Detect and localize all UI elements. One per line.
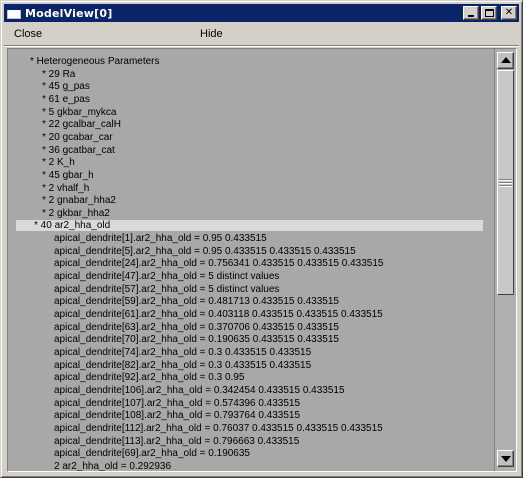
close-icon: ✕ <box>504 7 514 18</box>
scroll-up-button[interactable] <box>497 52 514 69</box>
tree-node[interactable]: * 5 gkbar_mykca <box>42 107 116 118</box>
tree-leaf[interactable]: apical_dendrite[1].ar2_hha_old = 0.95 0.… <box>54 233 267 244</box>
hide-menu-item[interactable]: Hide <box>200 28 223 40</box>
parameter-tree[interactable]: * Heterogeneous Parameters * 29 Ra * 45 g_… <box>8 49 495 471</box>
tree-node[interactable]: * Heterogeneous Parameters <box>30 56 160 67</box>
tree-leaf[interactable]: apical_dendrite[107].ar2_hha_old = 0.574… <box>54 398 300 409</box>
tree-leaf[interactable]: apical_dendrite[5].ar2_hha_old = 0.95 0.… <box>54 246 356 257</box>
scroll-down-button[interactable] <box>497 450 514 467</box>
tree-leaf[interactable]: apical_dendrite[74].ar2_hha_old = 0.3 0.… <box>54 347 311 358</box>
tree-leaf[interactable]: apical_dendrite[61].ar2_hha_old = 0.4031… <box>54 309 383 320</box>
arrow-up-icon <box>501 57 511 63</box>
close-menu-item[interactable]: Close <box>14 28 42 40</box>
tree-leaf[interactable]: apical_dendrite[69].ar2_hha_old = 0.1906… <box>54 448 250 459</box>
tree-node[interactable]: * 2 gnabar_hha2 <box>42 195 116 206</box>
tree-leaf[interactable]: apical_dendrite[106].ar2_hha_old = 0.342… <box>54 385 345 396</box>
tree-leaf[interactable]: apical_dendrite[112].ar2_hha_old = 0.760… <box>54 423 383 434</box>
tree-node[interactable]: * 45 g_pas <box>42 81 90 92</box>
close-window-button[interactable]: ✕ <box>501 6 517 20</box>
tree-leaf[interactable]: apical_dendrite[113].ar2_hha_old = 0.796… <box>54 436 299 447</box>
tree-leaf[interactable]: apical_dendrite[108].ar2_hha_old = 0.793… <box>54 410 300 421</box>
tree-leaf[interactable]: apical_dendrite[92].ar2_hha_old = 0.3 0.… <box>54 372 244 383</box>
title-bar[interactable]: ModelView[0] ✕ <box>4 4 519 22</box>
tree-leaf[interactable]: apical_dendrite[70].ar2_hha_old = 0.1906… <box>54 334 339 345</box>
tree-leaf[interactable]: apical_dendrite[63].ar2_hha_old = 0.3707… <box>54 322 339 333</box>
window-title: ModelView[0] <box>25 6 113 20</box>
window-icon <box>7 7 21 19</box>
tree-node[interactable]: * 45 gbar_h <box>42 170 94 181</box>
thumb-grip-line <box>499 182 512 184</box>
maximize-icon <box>485 9 494 17</box>
menu-bar: Close Hide <box>4 24 519 47</box>
modelview-window: ModelView[0] ✕ Close Hide * Heterogeneou… <box>0 0 523 478</box>
arrow-down-icon <box>501 456 511 462</box>
maximize-button[interactable] <box>481 6 497 20</box>
menu-divider <box>4 45 519 47</box>
thumb-grip-line <box>499 185 512 187</box>
tree-panel: * Heterogeneous Parameters * 29 Ra * 45 g_… <box>7 48 517 472</box>
tree-node[interactable]: * 2 vhalf_h <box>42 183 89 194</box>
tree-node[interactable]: * 22 gcalbar_calH <box>42 119 121 130</box>
tree-leaf[interactable]: apical_dendrite[47].ar2_hha_old = 5 dist… <box>54 271 279 282</box>
tree-node[interactable]: * 29 Ra <box>42 69 75 80</box>
tree-leaf[interactable]: apical_dendrite[57].ar2_hha_old = 5 dist… <box>54 284 279 295</box>
minimize-button[interactable] <box>463 6 479 20</box>
scroll-thumb[interactable] <box>497 70 514 295</box>
tree-leaf[interactable]: 2 ar2_hha_old = 0.292936 <box>54 461 171 471</box>
tree-node[interactable]: * 36 gcatbar_cat <box>42 145 115 156</box>
vertical-scrollbar[interactable] <box>494 49 516 471</box>
tree-node[interactable]: * 20 gcabar_car <box>42 132 113 143</box>
tree-leaf[interactable]: apical_dendrite[59].ar2_hha_old = 0.4817… <box>54 296 339 307</box>
tree-node-selected[interactable]: * 40 ar2_hha_old <box>16 220 483 232</box>
tree-node[interactable]: * 2 gkbar_hha2 <box>42 208 110 219</box>
minimize-icon <box>468 15 474 17</box>
tree-leaf[interactable]: apical_dendrite[24].ar2_hha_old = 0.7563… <box>54 258 383 269</box>
tree-leaf[interactable]: apical_dendrite[82].ar2_hha_old = 0.3 0.… <box>54 360 311 371</box>
tree-node[interactable]: * 2 K_h <box>42 157 75 168</box>
thumb-grip-line <box>499 179 512 181</box>
tree-node[interactable]: * 61 e_pas <box>42 94 90 105</box>
tree-node-label: * 40 ar2_hha_old <box>34 220 111 232</box>
